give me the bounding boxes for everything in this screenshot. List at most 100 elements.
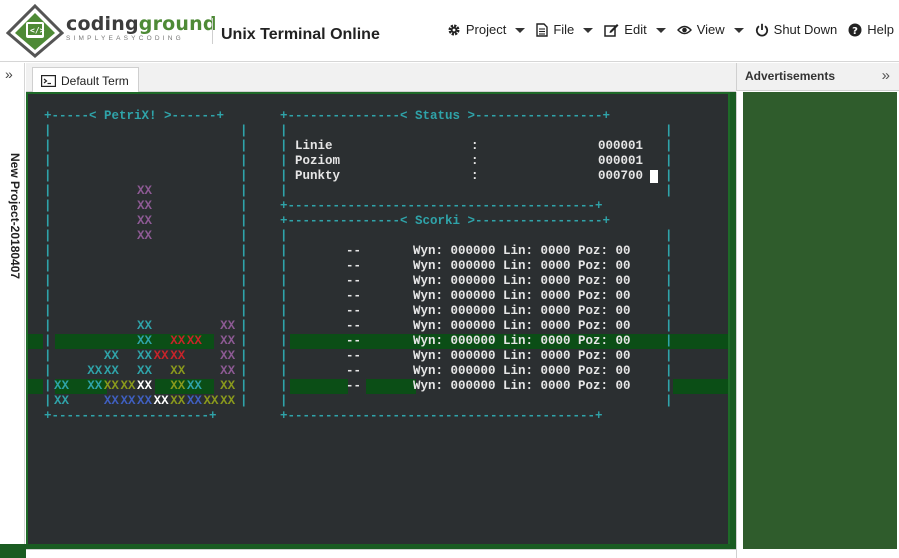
tetromino-block: XX — [220, 394, 236, 408]
expand-sidebar-icon[interactable]: » — [5, 67, 13, 81]
tetromino-block: XX — [54, 394, 70, 408]
status-left-wall: | | | | | — [280, 124, 288, 198]
file-icon — [536, 23, 549, 37]
logo-icon: </> — [5, 3, 65, 58]
score-text: Wyn: 000000 Lin: 0000 Poz: 00 — [413, 379, 631, 393]
eye-icon — [676, 25, 692, 35]
tetromino-block: XX — [203, 394, 219, 408]
menu-project[interactable]: Project — [447, 20, 526, 40]
status-label: Linie — [295, 139, 333, 153]
score-name: -- — [346, 304, 362, 318]
brand-name: codingground — [66, 14, 217, 34]
power-icon — [755, 23, 768, 37]
text-cursor — [650, 170, 658, 183]
tetromino-block: XX — [153, 394, 169, 408]
tetromino-block: XX — [137, 214, 153, 228]
status-value: 000001 — [598, 139, 644, 153]
horizontal-scrollbar[interactable] — [26, 549, 736, 558]
header-divider — [212, 18, 213, 44]
status-frame-bottom: +---------------------------------------… — [280, 199, 603, 213]
tetromino-block: XX — [220, 349, 236, 363]
highlight-bar — [673, 379, 728, 394]
tab-default-term[interactable]: Default Term — [32, 67, 139, 93]
ads-divider — [736, 92, 743, 558]
brand: codingground SIMPLYEASYCODING — [66, 14, 217, 44]
ads-panel — [743, 92, 897, 549]
score-name: -- — [346, 259, 362, 273]
score-name: -- — [346, 319, 362, 333]
tetromino-block: XX — [170, 394, 186, 408]
scores-right-wall: | | | | | | | | | | | | — [665, 229, 673, 408]
help-icon: ? — [848, 23, 862, 37]
tetromino-block: XX — [87, 364, 103, 378]
status-label: Punkty — [295, 169, 341, 183]
tetromino-block: XX — [54, 379, 70, 393]
score-name: -- — [346, 244, 362, 258]
menu-edit[interactable]: Edit — [604, 20, 666, 40]
highlight-bar — [290, 379, 348, 394]
terminal-icon — [41, 74, 56, 87]
tetromino-block: XX — [170, 379, 186, 393]
tetromino-block: XX — [220, 379, 236, 393]
tetromino-block: XX — [137, 394, 153, 408]
score-name: -- — [346, 379, 362, 393]
status-label: Poziom — [295, 154, 341, 168]
tetromino-block: XX — [137, 199, 153, 213]
tetromino-block: XX — [137, 229, 153, 243]
score-name: -- — [346, 274, 362, 288]
brand-name-part1: coding — [66, 13, 139, 35]
score-text: Wyn: 000000 Lin: 0000 Poz: 00 — [413, 244, 631, 258]
tetromino-block: XX — [103, 379, 119, 393]
status-right-wall: | | | | | — [665, 124, 673, 198]
terminal-screen[interactable]: +-----< PetriX! >------+ +--------------… — [28, 94, 728, 546]
menu-file[interactable]: File — [536, 20, 594, 40]
tetromino-block: XX — [170, 349, 186, 363]
tetromino-block: XX — [170, 334, 186, 348]
menu-view-label: View — [696, 22, 725, 37]
score-text: Wyn: 000000 Lin: 0000 Poz: 00 — [413, 334, 631, 348]
chevron-down-icon — [655, 27, 666, 33]
brand-name-part2: ground — [138, 13, 217, 35]
status-sep: : — [471, 154, 479, 168]
tetromino-block: XX — [153, 349, 169, 363]
petrix-left-wall: | | | | | | | | | | | | | | | | | | | — [44, 124, 52, 408]
score-text: Wyn: 000000 Lin: 0000 Poz: 00 — [413, 319, 631, 333]
petrix-right-wall: | | | | | | | | | | | | | | | | | | | — [240, 124, 248, 408]
project-sidebar: » New Project-20180407 — [0, 63, 25, 558]
terminal-frame: +-----< PetriX! >------+ +--------------… — [26, 92, 736, 558]
score-name: -- — [346, 334, 362, 348]
chevron-down-icon — [583, 27, 594, 33]
help-button[interactable]: ? Help — [848, 20, 894, 40]
scores-left-wall: | | | | | | | | | | | | — [280, 229, 288, 408]
status-value: 000001 — [598, 154, 644, 168]
tetromino-block: XX — [220, 319, 236, 333]
project-name[interactable]: New Project-20180407 — [2, 153, 22, 279]
score-text: Wyn: 000000 Lin: 0000 Poz: 00 — [413, 274, 631, 288]
tab-default-term-label: Default Term — [61, 73, 129, 88]
gear-icon — [448, 24, 460, 36]
score-name: -- — [346, 364, 362, 378]
menu-view[interactable]: View — [676, 20, 744, 40]
status-frame-top: +---------------< Status >--------------… — [280, 109, 611, 123]
collapse-ads-icon[interactable]: » — [882, 68, 890, 84]
chevron-down-icon — [515, 27, 526, 33]
score-name: -- — [346, 289, 362, 303]
help-label: Help — [867, 22, 894, 37]
score-text: Wyn: 000000 Lin: 0000 Poz: 00 — [413, 304, 631, 318]
codingground-logo[interactable]: </> — [5, 3, 65, 58]
menu-project-label: Project — [465, 22, 507, 37]
tetromino-block: XX — [137, 364, 153, 378]
tetromino-block: XX — [186, 334, 202, 348]
chevron-down-icon — [733, 27, 744, 33]
shut-down-button[interactable]: Shut Down — [755, 20, 837, 40]
tetromino-block: XX — [103, 364, 119, 378]
highlight-bar — [28, 334, 43, 349]
score-text: Wyn: 000000 Lin: 0000 Poz: 00 — [413, 349, 631, 363]
tetromino-block: XX — [186, 379, 202, 393]
highlight-bar — [28, 379, 43, 394]
highlight-bar — [366, 379, 416, 394]
edit-icon — [604, 24, 619, 37]
tetromino-block: XX — [220, 364, 236, 378]
status-sep: : — [471, 139, 479, 153]
svg-text:?: ? — [852, 26, 858, 37]
